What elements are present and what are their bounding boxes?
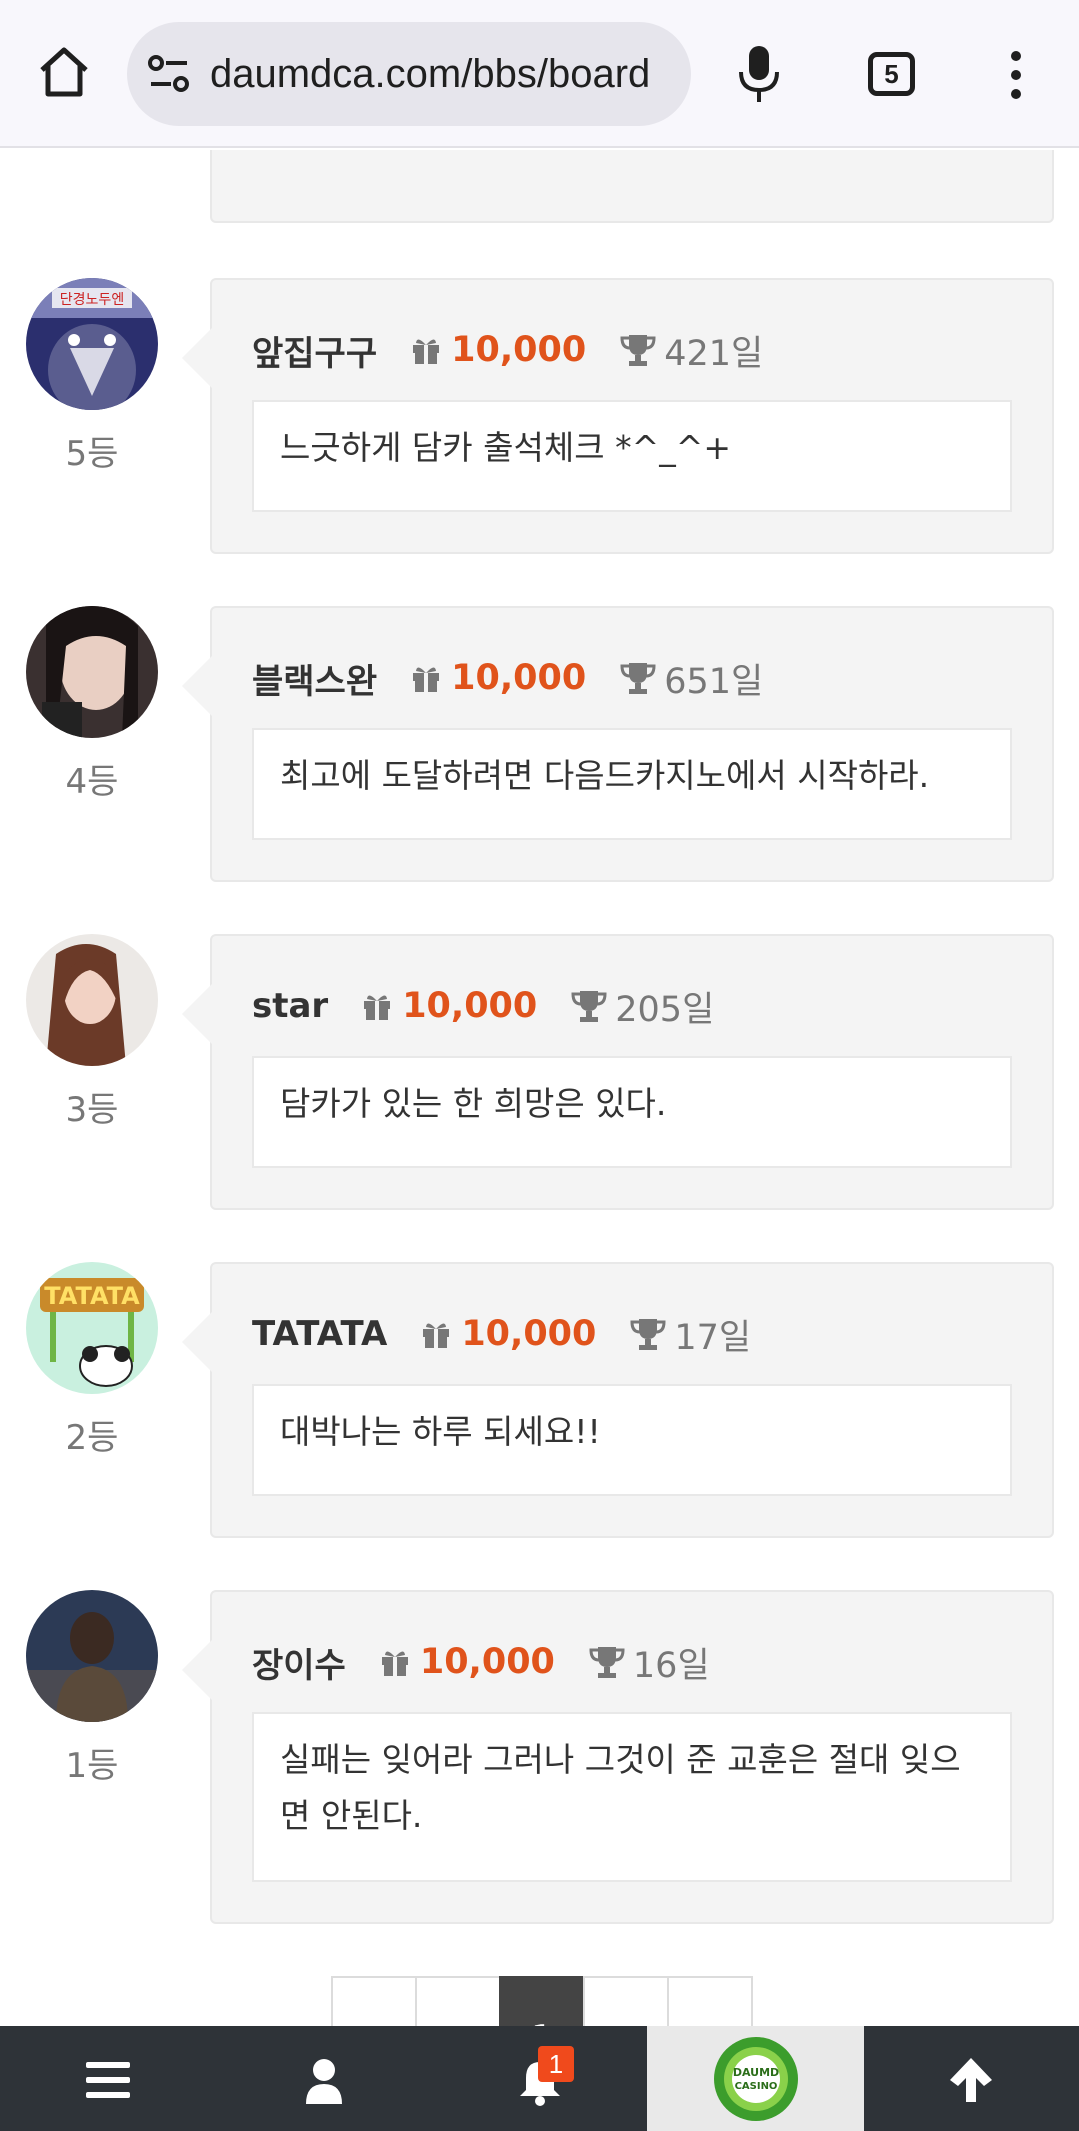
- comment-meta: 앞집구구 10,000 421일: [252, 322, 763, 378]
- gift-icon: [423, 1323, 450, 1348]
- attendance-days: 17일: [674, 1317, 752, 1358]
- rank-label: 4등: [65, 762, 119, 802]
- page-content: 단경노두엔 5등 앞집구구 10,000 421일 느긋하게 담카 출석체크 *…: [0, 150, 1079, 2026]
- attendance-days: 421일: [664, 333, 764, 374]
- comment-meta: star 10,000 205일: [252, 978, 714, 1034]
- page-current-button[interactable]: 1: [499, 1976, 585, 2026]
- gift-icon: [413, 339, 440, 364]
- logo-text-bottom: CASINO: [735, 2081, 778, 2092]
- comment-message: 대박나는 하루 되세요!!: [252, 1384, 1012, 1496]
- comment-card: 블랙스완 10,000 651일 최고에 도달하려면 다음드카지노에서 시작하라…: [182, 606, 1054, 882]
- attendance-days: 205일: [615, 989, 715, 1030]
- nickname[interactable]: TATATA: [252, 1314, 387, 1354]
- avatar[interactable]: [26, 1590, 158, 1722]
- browser-toolbar: daumdca.com/bbs/board 5: [0, 0, 1079, 148]
- comment-text: 담카가 있는 한 희망은 있다.: [280, 1084, 667, 1123]
- list-item: 4등 블랙스완 10,000 651일 최고에 도달하려면 다음드카지노에서 시…: [0, 606, 1079, 882]
- page-last-button[interactable]: »: [667, 1976, 753, 2026]
- trophy-icon: [630, 1319, 666, 1350]
- address-bar[interactable]: daumdca.com/bbs/board: [127, 22, 691, 126]
- comment-message: 최고에 도달하려면 다음드카지노에서 시작하라.: [252, 728, 1012, 840]
- points-value: 10,000: [461, 1314, 597, 1354]
- notification-badge: 1: [538, 2046, 574, 2082]
- avatar[interactable]: [26, 606, 158, 738]
- hamburger-menu-icon[interactable]: [86, 2062, 130, 2098]
- comment-text: 대박나는 하루 되세요!!: [280, 1412, 601, 1451]
- attendance-days: 651일: [664, 661, 764, 702]
- nickname[interactable]: star: [252, 986, 328, 1026]
- rank-label: 5등: [65, 434, 119, 474]
- list-item: TATATA 2등 TATATA 10,000 17일 대박나는 하루 되세요!…: [0, 1262, 1079, 1538]
- comment-text: 실패는 잊어라 그러나 그것이 준 교훈은 절대 잊으면 안된다.: [280, 1740, 961, 1835]
- page-prev-button[interactable]: ‹: [415, 1976, 501, 2026]
- trophy-icon: [571, 991, 607, 1022]
- points-value: 10,000: [451, 330, 587, 370]
- tabs-icon[interactable]: 5: [868, 52, 915, 96]
- comment-card: 장이수 10,000 16일 실패는 잊어라 그러나 그것이 준 교훈은 절대 …: [182, 1590, 1054, 1924]
- gift-icon: [364, 995, 391, 1020]
- trophy-icon: [620, 663, 656, 694]
- avatar[interactable]: 단경노두엔: [26, 278, 158, 410]
- more-vert-icon[interactable]: [1005, 50, 1027, 100]
- arrow-up-icon[interactable]: [948, 2056, 994, 2104]
- nickname[interactable]: 블랙스완: [252, 654, 377, 703]
- avatar[interactable]: TATATA: [26, 1262, 158, 1394]
- comment-meta: 장이수 10,000 16일: [252, 1634, 710, 1690]
- points-value: 10,000: [419, 1642, 555, 1682]
- comment-meta: TATATA 10,000 17일: [252, 1306, 751, 1362]
- nickname[interactable]: 장이수: [252, 1638, 346, 1687]
- comment-card: 앞집구구 10,000 421일 느긋하게 담카 출석체크 *^_^+: [182, 278, 1054, 554]
- comment-meta: 블랙스완 10,000 651일: [252, 650, 763, 706]
- bottom-nav: 1 DAUMD CASINO: [0, 2026, 1079, 2131]
- home-icon[interactable]: [34, 42, 94, 102]
- points-value: 10,000: [451, 658, 587, 698]
- rank-label: 1등: [65, 1746, 119, 1786]
- comment-message: 실패는 잊어라 그러나 그것이 준 교훈은 절대 잊으면 안된다.: [252, 1712, 1012, 1882]
- mic-icon[interactable]: [737, 44, 781, 104]
- trophy-icon: [620, 335, 656, 366]
- comment-card: TATATA 10,000 17일 대박나는 하루 되세요!!: [182, 1262, 1054, 1538]
- logo-text-top: DAUMD: [733, 2066, 779, 2079]
- comment-text: 최고에 도달하려면 다음드카지노에서 시작하라.: [280, 756, 930, 795]
- page-first-button[interactable]: «: [331, 1976, 417, 2026]
- url-text[interactable]: daumdca.com/bbs/board: [210, 48, 650, 100]
- nickname[interactable]: 앞집구구: [252, 326, 377, 375]
- user-icon[interactable]: [304, 2058, 344, 2104]
- list-item: 단경노두엔 5등 앞집구구 10,000 421일 느긋하게 담카 출석체크 *…: [0, 278, 1079, 554]
- comment-card: star 10,000 205일 담카가 있는 한 희망은 있다.: [182, 934, 1054, 1210]
- avatar-label: 단경노두엔: [60, 292, 124, 308]
- site-settings-icon[interactable]: [147, 54, 191, 94]
- gift-icon: [413, 667, 440, 692]
- avatar-label: TATATA: [44, 1282, 140, 1310]
- page-next-button[interactable]: ›: [583, 1976, 669, 2026]
- gift-icon: [381, 1651, 408, 1676]
- previous-entry-card: [210, 150, 1054, 223]
- pagination: « ‹ 1 › »: [331, 1976, 753, 2026]
- comment-message: 느긋하게 담카 출석체크 *^_^+: [252, 400, 1012, 512]
- rank-label: 2등: [65, 1418, 119, 1458]
- avatar[interactable]: [26, 934, 158, 1066]
- comment-text: 느긋하게 담카 출석체크 *^_^+: [280, 428, 732, 467]
- list-item: 3등 star 10,000 205일 담카가 있는 한 희망은 있다.: [0, 934, 1079, 1210]
- rank-label: 3등: [65, 1090, 119, 1130]
- casino-logo-tab[interactable]: DAUMD CASINO: [647, 2026, 864, 2131]
- comment-message: 담카가 있는 한 희망은 있다.: [252, 1056, 1012, 1168]
- trophy-icon: [589, 1647, 625, 1678]
- casino-logo[interactable]: DAUMD CASINO: [713, 2036, 799, 2122]
- attendance-days: 16일: [632, 1645, 710, 1686]
- list-item: 1등 장이수 10,000 16일 실패는 잊어라 그러나 그것이 준 교훈은 …: [0, 1590, 1079, 1924]
- points-value: 10,000: [402, 986, 538, 1026]
